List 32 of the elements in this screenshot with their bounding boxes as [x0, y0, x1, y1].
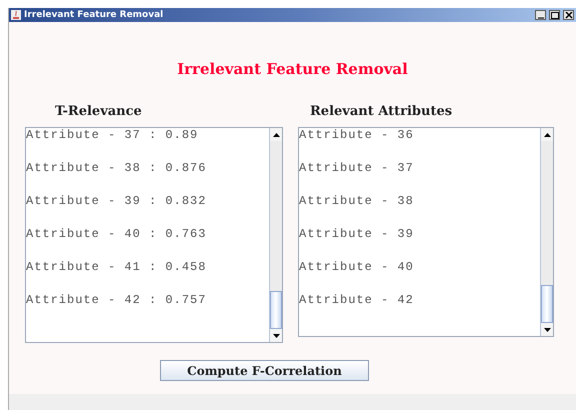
scroll-down-icon[interactable] — [544, 328, 550, 332]
list-item[interactable]: Attribute - 41 : 0.458 — [26, 260, 206, 274]
list-item[interactable]: Attribute - 40 — [299, 260, 414, 274]
list-item[interactable]: Attribute - 37 — [299, 161, 414, 175]
scroll-up-icon[interactable] — [272, 132, 280, 136]
app-icon — [11, 10, 21, 20]
maximize-button[interactable] — [549, 10, 560, 20]
close-button[interactable] — [563, 10, 574, 20]
scroll-thumb[interactable] — [541, 285, 553, 323]
compute-button[interactable]: Compute F-Correlation — [160, 360, 369, 381]
list-item[interactable]: Attribute - 42 : 0.757 — [26, 293, 206, 307]
panel-title: Relevant Attributes — [309, 104, 454, 119]
list-item[interactable]: Attribute - 39 : 0.832 — [26, 194, 206, 208]
scrollbar[interactable] — [269, 128, 282, 342]
list-item[interactable]: Attribute - 36 — [299, 128, 414, 142]
scroll-down-icon[interactable] — [272, 334, 280, 338]
list-item[interactable]: Attribute - 38 — [299, 194, 414, 208]
list-item[interactable]: Attribute - 38 : 0.876 — [26, 161, 206, 175]
minimize-button[interactable] — [535, 10, 546, 20]
scrollbar[interactable] — [540, 128, 553, 336]
minimize-icon — [538, 16, 544, 18]
list-item[interactable]: Attribute - 42 — [299, 293, 414, 307]
list-item[interactable]: Attribute - 39 — [299, 227, 414, 241]
panel-title: T-Relevance — [54, 104, 143, 119]
close-icon — [564, 12, 572, 18]
scroll-up-icon[interactable] — [544, 132, 550, 136]
list-item[interactable]: Attribute - 37 : 0.89 — [26, 128, 198, 142]
list-item[interactable]: Attribute - 40 : 0.763 — [26, 227, 206, 241]
page-heading: Irrelevant Feature Removal — [176, 60, 409, 78]
scroll-thumb[interactable] — [270, 291, 282, 329]
maximize-icon — [550, 12, 558, 18]
window-title: Irrelevant Feature Removal — [24, 10, 164, 20]
